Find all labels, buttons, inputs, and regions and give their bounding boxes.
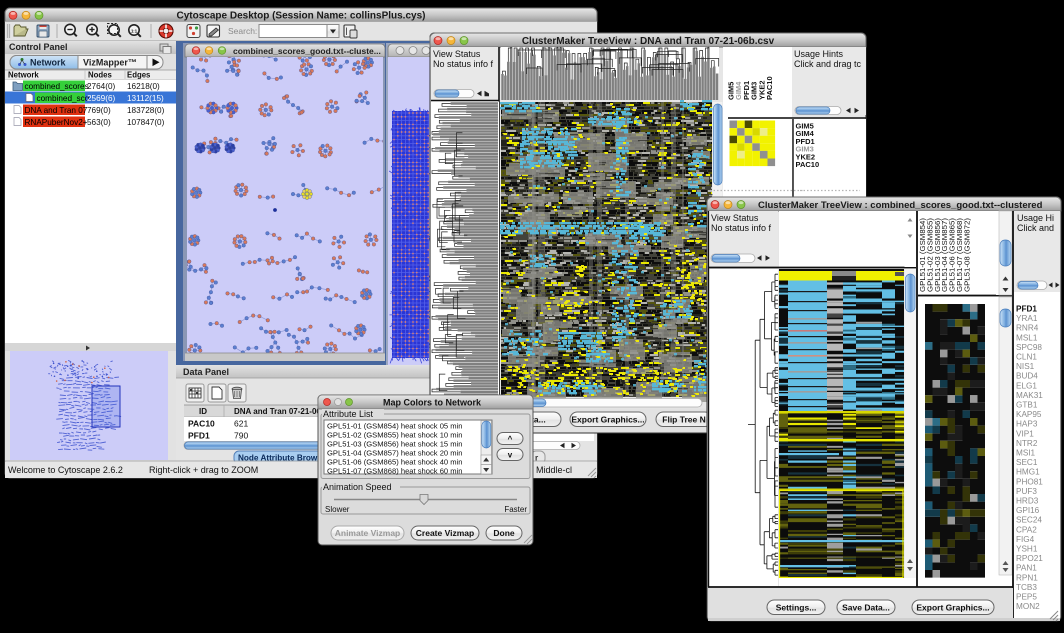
- svg-text:PUF3: PUF3: [1016, 487, 1037, 496]
- svg-text:PFD1: PFD1: [188, 431, 210, 441]
- svg-text:ClusterMaker TreeView : DNA an: ClusterMaker TreeView : DNA and Tran 07-…: [522, 36, 775, 47]
- svg-text:Right-click + drag to ZOOM: Right-click + drag to ZOOM: [149, 465, 258, 475]
- svg-text:769(0): 769(0): [87, 106, 111, 115]
- svg-text:VizMapper™: VizMapper™: [83, 57, 137, 67]
- svg-text:GPI16: GPI16: [1016, 506, 1040, 515]
- svg-text:CPA2: CPA2: [1016, 525, 1037, 534]
- svg-text:Animate Vizmap: Animate Vizmap: [335, 528, 401, 538]
- svg-text:FIG4: FIG4: [1016, 535, 1035, 544]
- svg-text:combined_scores: combined_scores: [25, 82, 89, 91]
- svg-text:KAP95: KAP95: [1016, 410, 1042, 419]
- svg-text:Export Graphics...: Export Graphics...: [571, 414, 644, 424]
- svg-text:NIS1: NIS1: [1016, 362, 1035, 371]
- svg-text:GPL51-02 (GSM855) heat shock 1: GPL51-02 (GSM855) heat shock 10 min: [327, 431, 463, 440]
- svg-text:DNA and Tran 07: DNA and Tran 07: [25, 106, 88, 115]
- svg-text:No status info f: No status info f: [711, 223, 772, 233]
- svg-text:Welcome to Cytoscape 2.6.2: Welcome to Cytoscape 2.6.2: [8, 465, 123, 475]
- svg-text:Slower: Slower: [325, 505, 350, 514]
- svg-text:SEC24: SEC24: [1016, 516, 1042, 525]
- svg-text:Control Panel: Control Panel: [9, 42, 68, 52]
- svg-text:107847(0): 107847(0): [127, 118, 165, 127]
- svg-text:ClusterMaker TreeView : combin: ClusterMaker TreeView : combined_scores_…: [758, 200, 1043, 211]
- svg-text:GPL51-08 (GSM872): GPL51-08 (GSM872): [962, 218, 971, 292]
- svg-text:PAC10: PAC10: [796, 160, 820, 169]
- svg-text:PEP5: PEP5: [1016, 593, 1037, 602]
- svg-text:Network: Network: [8, 70, 39, 79]
- svg-text:Middle-cl: Middle-cl: [536, 465, 572, 475]
- svg-text:SEC1: SEC1: [1016, 458, 1038, 467]
- svg-text:PAC10: PAC10: [765, 76, 774, 100]
- svg-text:Animation Speed: Animation Speed: [323, 482, 392, 492]
- svg-text:GPL51-01 (GSM854) heat shock 0: GPL51-01 (GSM854) heat shock 05 min: [327, 422, 463, 431]
- svg-text:v: v: [508, 450, 513, 459]
- svg-text:View Status: View Status: [711, 213, 759, 223]
- svg-text:2569(6): 2569(6): [87, 94, 115, 103]
- svg-text:MON2: MON2: [1016, 602, 1040, 611]
- svg-text:RPN1: RPN1: [1016, 573, 1038, 582]
- svg-text:Done: Done: [493, 528, 515, 538]
- svg-text:YSH1: YSH1: [1016, 545, 1038, 554]
- svg-text:Export Graphics...: Export Graphics...: [916, 602, 989, 612]
- svg-text:MSL1: MSL1: [1016, 333, 1038, 342]
- svg-text:MSI1: MSI1: [1016, 449, 1036, 458]
- svg-text:Search:: Search:: [228, 26, 257, 36]
- svg-text:CLN1: CLN1: [1016, 353, 1037, 362]
- svg-text:Attribute List: Attribute List: [323, 409, 374, 419]
- svg-text:NTR2: NTR2: [1016, 439, 1038, 448]
- svg-text:GPL51-06 (GSM865) heat shock 4: GPL51-06 (GSM865) heat shock 40 min: [327, 458, 463, 467]
- svg-text:Map Colors to Network: Map Colors to Network: [383, 398, 482, 408]
- svg-text:HRD3: HRD3: [1016, 497, 1039, 506]
- svg-text:MAK31: MAK31: [1016, 391, 1043, 400]
- svg-text:790: 790: [234, 431, 248, 441]
- svg-text:ID: ID: [199, 407, 207, 416]
- svg-text:Edges: Edges: [127, 70, 151, 79]
- svg-text:13112(15): 13112(15): [127, 94, 164, 103]
- svg-text:Flip Tree N: Flip Tree N: [662, 414, 705, 424]
- svg-text:HAP3: HAP3: [1016, 420, 1038, 429]
- svg-text:RNAPuberNov2+: RNAPuberNov2+: [25, 118, 88, 127]
- svg-text:GPL51-04 (GSM857) heat shock 2: GPL51-04 (GSM857) heat shock 20 min: [327, 449, 463, 458]
- svg-text:combined_scores_good.txt--clus: combined_scores_good.txt--cluste...: [233, 46, 381, 56]
- svg-text:Usage Hints: Usage Hints: [794, 49, 844, 59]
- svg-text:PAC10: PAC10: [188, 419, 215, 429]
- svg-text:Cytoscape Desktop (Session Nam: Cytoscape Desktop (Session Name: collins…: [177, 11, 426, 22]
- svg-text:PAN1: PAN1: [1016, 564, 1037, 573]
- svg-text:TCB3: TCB3: [1016, 583, 1037, 592]
- svg-text:PFD1: PFD1: [1016, 305, 1037, 314]
- svg-text:GPL51-03 (GSM856) heat shock 1: GPL51-03 (GSM856) heat shock 15 min: [327, 440, 463, 449]
- svg-text:Save Data...: Save Data...: [842, 602, 890, 612]
- svg-text:^: ^: [508, 434, 513, 443]
- svg-text:563(0): 563(0): [87, 118, 111, 127]
- svg-text:16218(0): 16218(0): [127, 82, 160, 91]
- svg-text:GPL51-07 (GSM868) heat shock 6: GPL51-07 (GSM868) heat shock 60 min: [327, 467, 463, 476]
- svg-text:RNR4: RNR4: [1016, 324, 1039, 333]
- svg-text:View Status: View Status: [433, 49, 481, 59]
- svg-text:DNA and Tran 07-21-06: DNA and Tran 07-21-06: [234, 407, 321, 416]
- svg-text:Create Vizmap: Create Vizmap: [416, 528, 474, 538]
- svg-text:Usage Hi: Usage Hi: [1017, 213, 1054, 223]
- svg-text:Click and drag tc: Click and drag tc: [794, 59, 862, 69]
- svg-text:GTB1: GTB1: [1016, 401, 1038, 410]
- svg-text:Network: Network: [30, 57, 67, 67]
- svg-text:HMG1: HMG1: [1016, 468, 1040, 477]
- svg-text:Faster: Faster: [504, 505, 527, 514]
- svg-text:1:1: 1:1: [131, 28, 138, 33]
- svg-text:183728(0): 183728(0): [127, 106, 165, 115]
- svg-text:VIP1: VIP1: [1016, 429, 1034, 438]
- svg-text:YRA1: YRA1: [1016, 314, 1038, 323]
- svg-text:RPO21: RPO21: [1016, 554, 1043, 563]
- svg-text:No status info f: No status info f: [433, 59, 494, 69]
- svg-text:BUD4: BUD4: [1016, 372, 1038, 381]
- svg-text:SPC98: SPC98: [1016, 343, 1042, 352]
- svg-text:2764(0): 2764(0): [87, 82, 115, 91]
- svg-text:Settings...: Settings...: [776, 602, 817, 612]
- svg-text:combined_sco: combined_sco: [37, 94, 90, 103]
- svg-text:ELG1: ELG1: [1016, 381, 1037, 390]
- svg-text:621: 621: [234, 419, 248, 429]
- svg-text:Nodes: Nodes: [88, 70, 112, 79]
- svg-text:Click and: Click and: [1017, 223, 1054, 233]
- svg-text:Data Panel: Data Panel: [183, 367, 229, 377]
- svg-text:PHO81: PHO81: [1016, 477, 1043, 486]
